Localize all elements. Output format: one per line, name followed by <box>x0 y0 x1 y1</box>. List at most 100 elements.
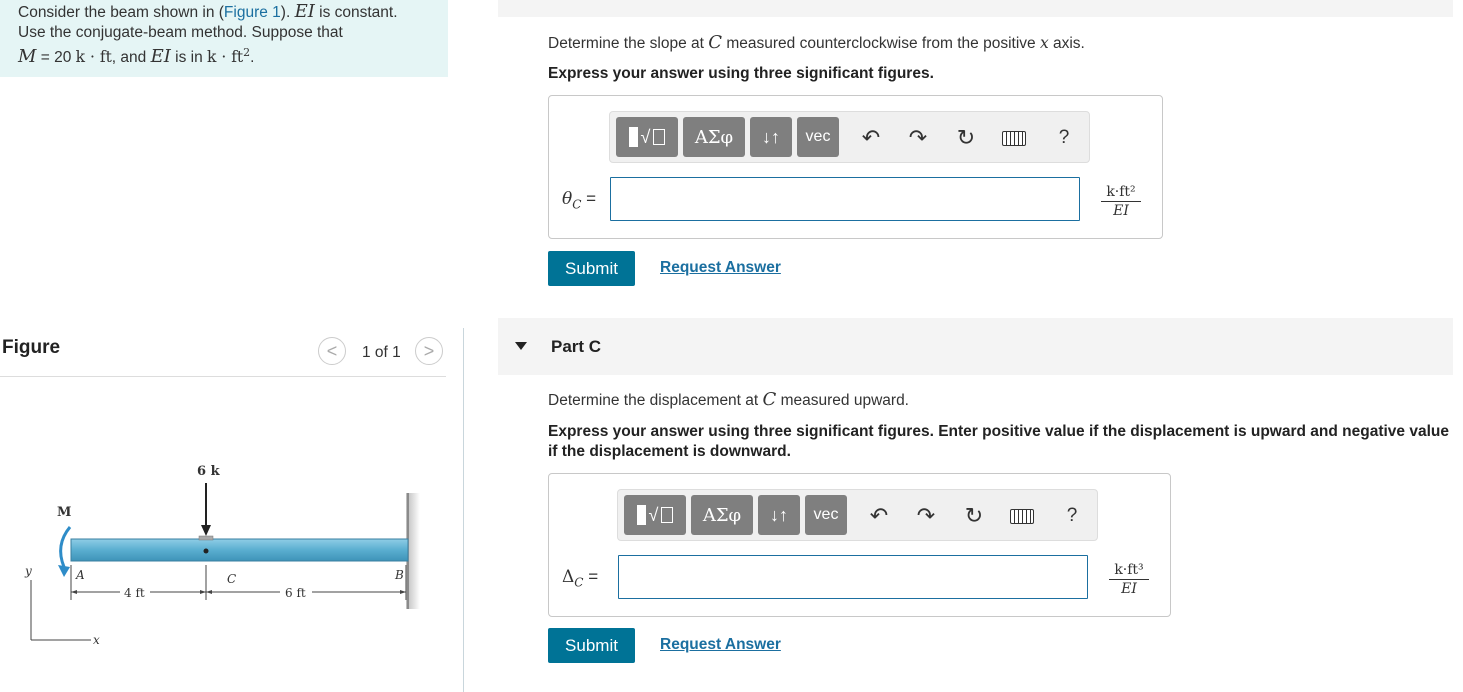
part-c-instruction: Express your answer using three signific… <box>548 423 1449 460</box>
problem-text: is constant. <box>314 4 398 21</box>
figure-divider <box>0 376 446 377</box>
dimension-ac-label: 4 ft <box>124 586 145 600</box>
theta-units: k·ft² EI <box>1101 184 1141 219</box>
delta-c-label: ΔC = <box>562 567 598 589</box>
figure-next-button[interactable]: > <box>415 337 443 365</box>
vec-label: vec <box>813 506 839 523</box>
y-axis-label: y <box>24 564 32 578</box>
dimension-cb-label: 6 ft <box>285 586 306 600</box>
x-axis-label: x <box>93 633 100 647</box>
reset-button[interactable]: ↻ <box>952 124 980 152</box>
theta-symbol: θ <box>562 189 573 209</box>
undo-icon: ↶ <box>869 503 889 528</box>
templates-icon: √ <box>628 127 666 148</box>
question-text: measured counterclockwise from the posit… <box>722 35 1040 52</box>
beam <box>70 538 409 562</box>
load-label: 6 k <box>197 464 221 479</box>
part-b-submit-button[interactable]: Submit <box>548 251 635 286</box>
panel-divider <box>463 328 464 692</box>
question-text: measured upward. <box>776 392 909 409</box>
keyboard-icon <box>1010 508 1034 524</box>
question-text: Determine the displacement at <box>548 392 763 409</box>
unit-text: k · ft <box>75 48 112 67</box>
problem-text: . <box>250 49 255 67</box>
redo-button[interactable]: ↷ <box>912 502 940 530</box>
units-numerator: k·ft³ <box>1109 562 1149 580</box>
vector-button[interactable]: vec <box>797 117 839 157</box>
part-c-header[interactable] <box>498 318 1453 375</box>
moment-label: M <box>57 505 71 520</box>
units-denominator: EI <box>1113 203 1129 219</box>
chevron-left-icon: < <box>326 340 338 361</box>
var-c: C <box>762 389 777 410</box>
templates-button[interactable]: √ <box>624 495 686 535</box>
moment-symbol: M <box>18 46 37 68</box>
question-text: Determine the slope at <box>548 35 709 52</box>
problem-text: is in <box>170 49 208 67</box>
theta-c-input[interactable] <box>610 177 1080 221</box>
math-toolbar: √ ΑΣφ ↓↑ vec ↶ ↷ ↻ ? <box>617 489 1098 541</box>
arrows-icon: ↓↑ <box>762 126 780 147</box>
unit-text: k · ft <box>207 48 244 67</box>
redo-button[interactable]: ↷ <box>904 124 932 152</box>
caret-down-icon[interactable] <box>515 342 527 350</box>
part-b-request-answer-link[interactable]: Request Answer <box>660 259 781 277</box>
reset-button[interactable]: ↻ <box>960 502 988 530</box>
subscript-superscript-button[interactable]: ↓↑ <box>758 495 800 535</box>
delta-units: k·ft³ EI <box>1109 562 1149 597</box>
vector-button[interactable]: vec <box>805 495 847 535</box>
figure-counter: 1 of 1 <box>362 344 401 361</box>
chevron-right-icon: > <box>423 340 435 361</box>
part-c-submit-button[interactable]: Submit <box>548 628 635 663</box>
vec-label: vec <box>805 128 831 145</box>
undo-button[interactable]: ↶ <box>857 124 885 152</box>
keyboard-button[interactable] <box>1008 502 1036 530</box>
units-numerator: k·ft² <box>1101 184 1141 202</box>
greek-label: ΑΣφ <box>702 504 742 526</box>
templates-icon: √ <box>636 505 674 526</box>
undo-icon: ↶ <box>861 125 881 150</box>
greek-symbols-button[interactable]: ΑΣφ <box>691 495 753 535</box>
figure-prev-button[interactable]: < <box>318 337 346 365</box>
arrows-icon: ↓↑ <box>770 504 788 525</box>
keyboard-button[interactable] <box>1000 124 1028 152</box>
part-b-header-strip <box>498 0 1453 17</box>
question-text: axis. <box>1048 35 1085 52</box>
undo-button[interactable]: ↶ <box>865 502 893 530</box>
delta-symbol: Δ <box>562 567 575 587</box>
var-x: x <box>1039 34 1049 52</box>
ei-symbol: EI <box>150 46 171 68</box>
templates-button[interactable]: √ <box>616 117 678 157</box>
reset-icon: ↻ <box>956 125 976 150</box>
redo-icon: ↷ <box>908 125 928 150</box>
help-button[interactable]: ? <box>1058 502 1086 530</box>
point-b-label: B <box>394 568 404 582</box>
problem-text: Consider the beam shown in ( <box>18 4 224 21</box>
help-button[interactable]: ? <box>1050 124 1078 152</box>
figure-title: Figure <box>2 337 61 358</box>
problem-text: Use the conjugate-beam method. Suppose t… <box>18 24 343 41</box>
greek-symbols-button[interactable]: ΑΣφ <box>683 117 745 157</box>
part-c-request-answer-link[interactable]: Request Answer <box>660 636 781 654</box>
part-b-question: Determine the slope at C measured counte… <box>548 32 1085 53</box>
part-b-instruction: Express your answer using three signific… <box>548 65 934 82</box>
point-c-marker <box>203 548 209 554</box>
problem-text: = 20 <box>36 49 76 67</box>
figure-link[interactable]: Figure 1 <box>224 4 281 21</box>
help-icon: ? <box>1066 505 1078 526</box>
beam-figure: 6 k M y x A C B 4 ft 6 ft <box>24 464 420 647</box>
ei-symbol: EI <box>294 1 315 22</box>
units-denominator: EI <box>1121 581 1137 597</box>
redo-icon: ↷ <box>916 503 936 528</box>
problem-text: , and <box>111 49 151 67</box>
equals-sign: = <box>581 189 597 208</box>
delta-c-input[interactable] <box>618 555 1088 599</box>
greek-label: ΑΣφ <box>694 126 734 148</box>
equals-sign: = <box>583 567 599 586</box>
subscript-superscript-button[interactable]: ↓↑ <box>750 117 792 157</box>
part-c-answer-box: √ ΑΣφ ↓↑ vec ↶ ↷ ↻ ? ΔC = k·ft³ EI <box>548 473 1171 617</box>
help-icon: ? <box>1058 127 1070 148</box>
point-a-label: A <box>75 568 85 582</box>
point-c-label: C <box>227 572 236 586</box>
moment-arrow <box>59 526 72 568</box>
